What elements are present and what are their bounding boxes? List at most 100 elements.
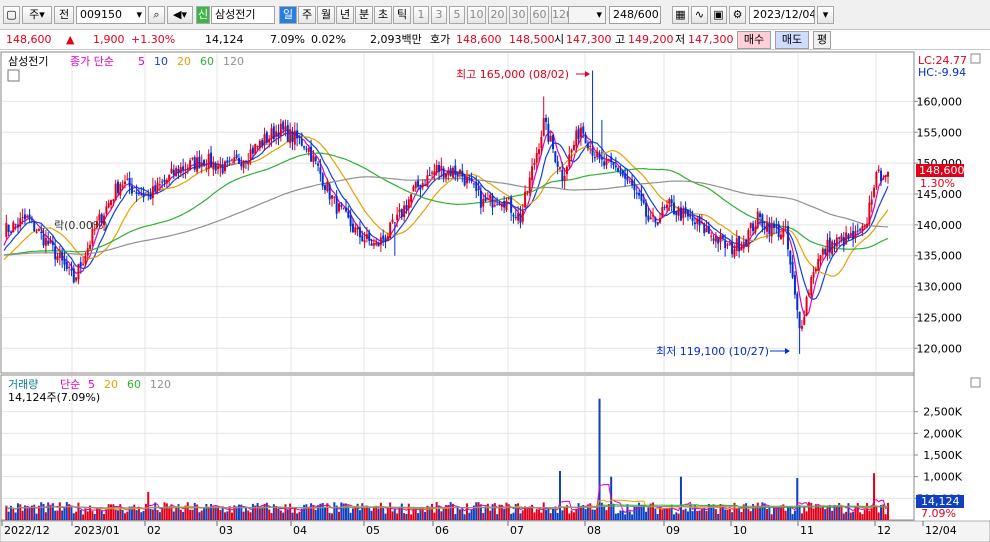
indicator-icon[interactable]: ∿: [691, 6, 708, 24]
volume-bar: [503, 508, 506, 520]
period-tab-7[interactable]: 틱: [393, 6, 411, 24]
volume-bar: [305, 504, 308, 520]
calendar-icon[interactable]: ▾: [817, 6, 834, 24]
volume-bar: [735, 508, 738, 520]
candle-body: [16, 224, 19, 227]
candle-body: [363, 240, 366, 243]
interval-button-2[interactable]: 3: [431, 6, 447, 24]
volume-bar: [754, 508, 757, 520]
interval-button-7[interactable]: 60: [530, 6, 549, 24]
candle-body: [705, 228, 708, 233]
panel-menu-icon[interactable]: [7, 69, 20, 82]
candle-body: [603, 161, 606, 166]
count-field[interactable]: 248/600: [609, 6, 661, 24]
volume-bar: [451, 503, 454, 520]
candle-body: [521, 209, 524, 222]
sell-button[interactable]: 매도: [775, 31, 809, 49]
candle-body: [200, 162, 203, 167]
volume-bar: [377, 508, 380, 520]
gear-icon[interactable]: ⚙: [729, 6, 746, 24]
candle-body: [645, 202, 648, 217]
code-input[interactable]: 009150 ▾: [76, 6, 146, 24]
candle-body: [570, 149, 573, 153]
candle-body: [300, 138, 303, 146]
candle-body: [198, 156, 201, 169]
volume-bar: [144, 503, 147, 520]
market-select[interactable]: 주▾: [22, 6, 52, 24]
candle-body: [582, 126, 585, 134]
candle-body: [358, 227, 361, 238]
volume-bar: [410, 514, 413, 520]
candle-body: [205, 167, 208, 169]
candle-body: [831, 241, 834, 255]
volume-bar: [163, 502, 166, 520]
scale-toggle-icon[interactable]: [970, 53, 981, 64]
candle-body: [486, 198, 489, 200]
candle-body: [621, 171, 624, 176]
candle-body: [33, 221, 36, 232]
period-tab-2[interactable]: 주: [298, 6, 316, 24]
candle-body: [14, 224, 17, 226]
speaker-icon[interactable]: ◀▾: [167, 6, 193, 24]
candle-body: [303, 146, 306, 148]
volume-bar: [182, 511, 185, 520]
volume-bar: [475, 502, 478, 520]
candle-body: [887, 171, 889, 177]
volume-bar: [279, 510, 282, 520]
interval-button-5[interactable]: 20: [488, 6, 507, 24]
interval-button-3[interactable]: 5: [449, 6, 465, 24]
volume-bar: [726, 509, 729, 520]
vol-ma-legend-5: 5: [88, 378, 95, 391]
candle-body: [507, 198, 510, 200]
volume-bar: [126, 511, 129, 520]
volume-bar: [154, 502, 157, 520]
volume-bar: [396, 513, 399, 520]
save-icon[interactable]: ▣: [710, 6, 727, 24]
interval-button-1[interactable]: 1: [413, 6, 429, 24]
volume-bar: [656, 514, 659, 520]
candle-body: [237, 158, 240, 164]
candle-body: [396, 214, 399, 221]
stock-chart[interactable]: 160,000155,000150,000145,000140,000135,0…: [0, 50, 990, 542]
volume-scale-icon[interactable]: [970, 377, 981, 388]
ask-price: 148,600: [456, 33, 502, 46]
extra-select[interactable]: ▾: [568, 6, 606, 24]
buy-button[interactable]: 매수: [737, 31, 771, 49]
period-tab-1[interactable]: 일: [279, 6, 297, 24]
volume-bar: [298, 511, 301, 520]
volume-bar: [768, 506, 771, 520]
candle-body: [482, 199, 485, 207]
candle-body: [859, 229, 862, 231]
candle-body: [817, 258, 820, 271]
vol-ma-legend-20: 20: [104, 378, 118, 391]
volume-bar: [703, 507, 706, 520]
volume-bar: [363, 507, 366, 520]
candle-body: [40, 231, 43, 233]
volume-bar: [314, 509, 317, 520]
eval-button[interactable]: 평: [813, 31, 831, 49]
candle-body: [75, 277, 78, 281]
x-tick-label: 11: [800, 524, 814, 537]
candle-body: [84, 255, 87, 264]
all-tab[interactable]: 전: [54, 6, 74, 24]
candle-body: [477, 188, 480, 190]
volume-bar: [221, 506, 224, 520]
interval-button-4[interactable]: 10: [467, 6, 486, 24]
candle-body: [586, 143, 589, 148]
period-tab-3[interactable]: 월: [317, 6, 335, 24]
interval-button-6[interactable]: 30: [509, 6, 528, 24]
period-tab-6[interactable]: 초: [374, 6, 392, 24]
search-icon[interactable]: ⌕: [148, 6, 165, 24]
period-tab-4[interactable]: 년: [336, 6, 354, 24]
period-tab-5[interactable]: 분: [355, 6, 373, 24]
candle-body: [538, 149, 541, 155]
volume-bar: [82, 514, 85, 520]
candle-body: [679, 207, 682, 221]
date-input[interactable]: 2023/12/04: [749, 6, 815, 24]
volume-bar: [105, 509, 108, 520]
candle-body: [277, 132, 280, 138]
volume-bar: [519, 513, 522, 520]
window-icon[interactable]: ▢: [3, 6, 20, 24]
chart-type-icon[interactable]: ▦: [672, 6, 689, 24]
candle-body: [638, 192, 641, 196]
